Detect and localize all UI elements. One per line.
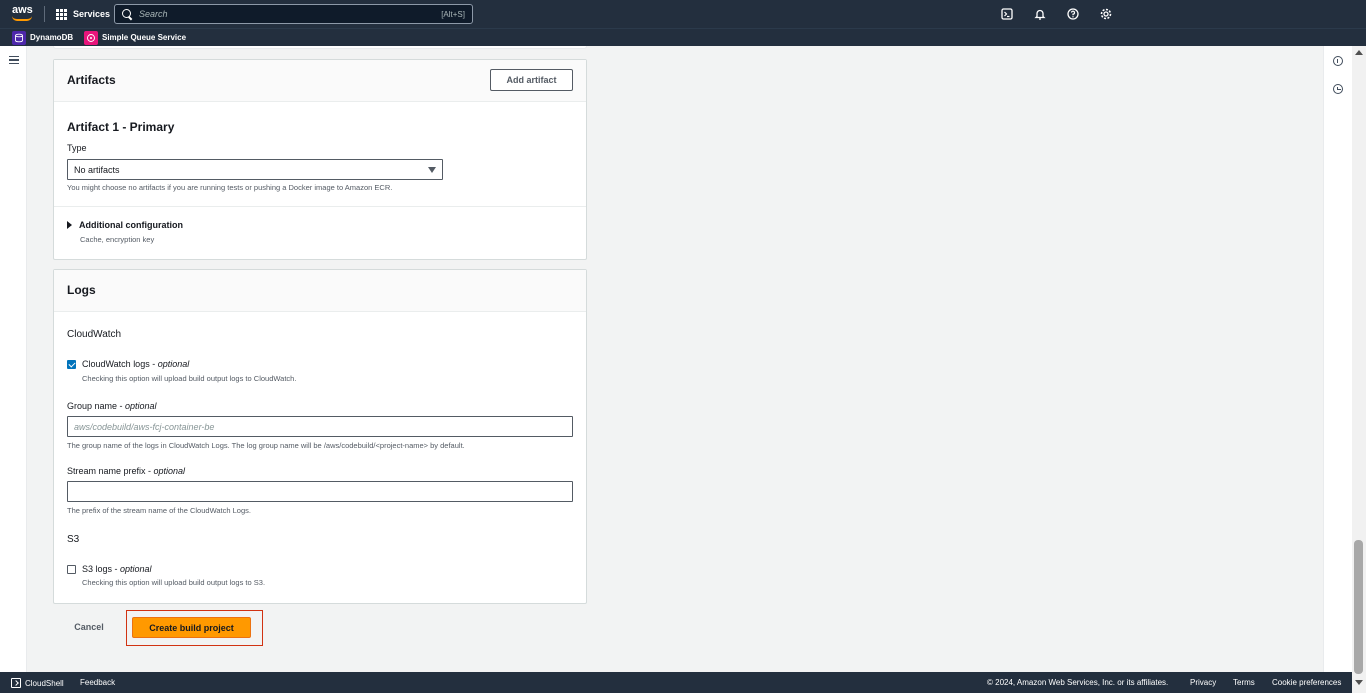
create-build-project-button[interactable]: Create build project bbox=[132, 617, 251, 638]
stream-prefix-input[interactable] bbox=[67, 481, 573, 502]
cloudshell-icon[interactable] bbox=[1000, 7, 1013, 20]
artifact-type-description: You might choose no artifacts if you are… bbox=[67, 183, 393, 192]
top-icon-group bbox=[1000, 7, 1112, 20]
favorite-sqs[interactable]: Simple Queue Service bbox=[84, 30, 186, 45]
services-menu-button[interactable]: Services bbox=[56, 6, 110, 22]
privacy-link[interactable]: Privacy bbox=[1190, 678, 1216, 687]
main-content: Artifacts Add artifact Artifact 1 - Prim… bbox=[28, 46, 1323, 672]
page-scrollbar[interactable] bbox=[1352, 46, 1366, 693]
optional-tag: optional bbox=[157, 359, 190, 369]
cloudwatch-logs-checkbox[interactable] bbox=[67, 360, 76, 369]
cloudshell-label: CloudShell bbox=[25, 678, 64, 688]
favorite-dynamodb[interactable]: DynamoDB bbox=[12, 30, 73, 45]
cloudwatch-logs-description: Checking this option will upload build o… bbox=[82, 374, 297, 383]
left-rail bbox=[0, 46, 27, 672]
search-icon bbox=[122, 8, 133, 20]
favorite-label: Simple Queue Service bbox=[102, 33, 187, 42]
favorite-label: DynamoDB bbox=[30, 33, 74, 42]
artifacts-panel: Artifacts Add artifact Artifact 1 - Prim… bbox=[53, 59, 587, 260]
top-navigation: aws Services [Alt+S] bbox=[0, 0, 1366, 28]
search-input[interactable] bbox=[139, 9, 442, 19]
s3-logs-label[interactable]: S3 logs - optional bbox=[82, 564, 152, 574]
sqs-icon bbox=[84, 30, 98, 45]
logs-panel: Logs CloudWatch CloudWatch logs - option… bbox=[53, 269, 587, 604]
artifacts-panel-header: Artifacts Add artifact bbox=[54, 60, 586, 102]
caret-right-icon bbox=[67, 221, 72, 229]
group-name-input[interactable] bbox=[67, 416, 573, 437]
add-artifact-button[interactable]: Add artifact bbox=[490, 69, 573, 91]
feedback-link[interactable]: Feedback bbox=[80, 678, 115, 687]
cookie-preferences-link[interactable]: Cookie preferences bbox=[1272, 678, 1341, 687]
stream-prefix-description: The prefix of the stream name of the Clo… bbox=[67, 506, 251, 515]
artifact-type-select[interactable]: No artifacts bbox=[67, 159, 443, 180]
terms-link[interactable]: Terms bbox=[1233, 678, 1255, 687]
optional-tag: optional bbox=[120, 564, 152, 574]
logs-title: Logs bbox=[67, 283, 96, 297]
cloudwatch-logs-label[interactable]: CloudWatch logs - optional bbox=[82, 359, 189, 369]
cancel-button[interactable]: Cancel bbox=[68, 620, 110, 634]
s3-logs-label-text: S3 logs - bbox=[82, 564, 121, 574]
aws-logo[interactable]: aws bbox=[12, 4, 34, 22]
aws-logo-text: aws bbox=[12, 4, 33, 16]
optional-tag: optional bbox=[153, 466, 186, 476]
s3-logs-description: Checking this option will upload build o… bbox=[82, 578, 266, 587]
scroll-down-arrow-icon[interactable] bbox=[1355, 680, 1363, 685]
artifacts-title: Artifacts bbox=[67, 73, 116, 87]
cloudwatch-logs-label-text: CloudWatch logs - bbox=[82, 359, 158, 369]
stream-prefix-label-text: Stream name prefix - bbox=[67, 466, 154, 476]
additional-configuration-label: Additional configuration bbox=[79, 220, 183, 230]
info-icon[interactable] bbox=[1333, 56, 1343, 66]
additional-configuration-description: Cache, encryption key bbox=[80, 235, 155, 244]
artifact-type-value: No artifacts bbox=[74, 164, 120, 175]
services-label: Services bbox=[73, 9, 111, 19]
cloudshell-icon bbox=[11, 678, 21, 688]
s3-section-label: S3 bbox=[67, 534, 80, 545]
hamburger-menu-icon[interactable] bbox=[9, 56, 19, 64]
cloudshell-footer-button[interactable]: CloudShell bbox=[11, 678, 64, 688]
help-icon[interactable] bbox=[1066, 7, 1079, 20]
history-clock-icon[interactable] bbox=[1333, 84, 1343, 94]
optional-tag: optional bbox=[125, 401, 157, 411]
artifact-primary-title: Artifact 1 - Primary bbox=[67, 120, 175, 134]
footer: CloudShell Feedback © 2024, Amazon Web S… bbox=[0, 672, 1352, 693]
group-name-label: Group name - optional bbox=[67, 401, 157, 411]
type-label: Type bbox=[67, 143, 87, 153]
stream-prefix-label: Stream name prefix - optional bbox=[67, 466, 185, 476]
grid-icon bbox=[56, 8, 67, 20]
favorites-bar: DynamoDB Simple Queue Service bbox=[0, 28, 1366, 46]
previous-panel-edge bbox=[53, 46, 587, 49]
nav-divider bbox=[44, 6, 45, 22]
additional-configuration-toggle[interactable]: Additional configuration bbox=[67, 220, 183, 230]
section-divider bbox=[54, 206, 586, 207]
logs-panel-header: Logs bbox=[54, 270, 586, 312]
copyright-text: © 2024, Amazon Web Services, Inc. or its… bbox=[987, 678, 1169, 687]
settings-gear-icon[interactable] bbox=[1099, 7, 1112, 20]
cloudwatch-section-label: CloudWatch bbox=[67, 329, 122, 340]
search-bar[interactable]: [Alt+S] bbox=[114, 4, 473, 24]
group-name-description: The group name of the logs in CloudWatch… bbox=[67, 441, 465, 450]
caret-down-icon bbox=[428, 166, 436, 173]
dynamodb-icon bbox=[12, 30, 26, 45]
s3-logs-checkbox[interactable] bbox=[67, 565, 76, 574]
right-rail bbox=[1323, 46, 1352, 672]
search-shortcut: [Alt+S] bbox=[441, 9, 465, 19]
notifications-bell-icon[interactable] bbox=[1033, 7, 1046, 20]
group-name-label-text: Group name - bbox=[67, 401, 126, 411]
aws-smile-icon bbox=[12, 16, 32, 21]
scroll-up-arrow-icon[interactable] bbox=[1355, 50, 1363, 55]
scroll-thumb[interactable] bbox=[1354, 540, 1363, 674]
